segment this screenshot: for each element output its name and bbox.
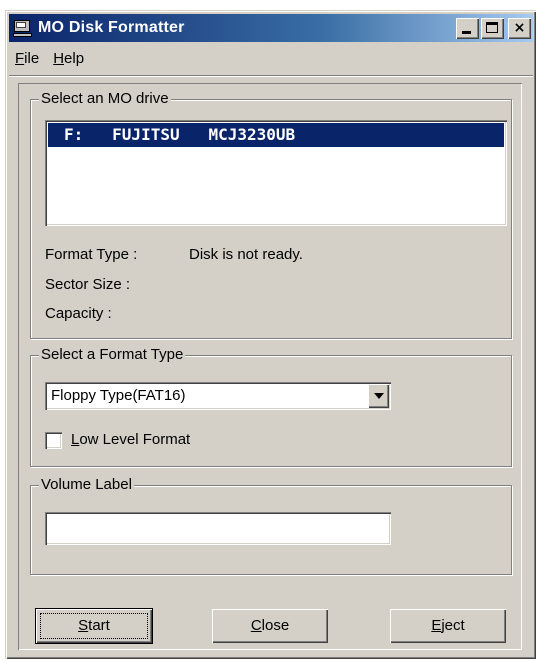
close-window-button[interactable]: × [508,17,531,39]
dropdown-button[interactable] [368,384,389,408]
format-type-label: Format Type : [45,246,138,263]
low-level-format-checkbox[interactable] [45,432,62,449]
drive-groupbox: Select an MO drive F: FUJITSU MCJ3230UB … [30,90,512,339]
chevron-down-icon [374,393,384,399]
volume-group-label: Volume Label [39,476,134,493]
format-type-select[interactable]: Floppy Type(FAT16) [45,382,391,410]
focus-rect [40,613,148,639]
minimize-icon [462,30,471,34]
low-level-format-label[interactable]: Low Level Format [71,431,190,448]
window-title: MO Disk Formatter [38,19,185,36]
computer-icon[interactable] [13,19,33,37]
capacity-label: Capacity : [45,305,112,322]
drive-list-item[interactable]: F: FUJITSU MCJ3230UB [48,123,504,147]
title-bar[interactable]: MO Disk Formatter × [9,14,533,42]
maximize-button[interactable] [481,17,504,39]
main-panel: Select an MO drive F: FUJITSU MCJ3230UB … [18,83,522,650]
sector-size-label: Sector Size : [45,276,131,293]
close-button[interactable]: Close [212,609,328,643]
format-type-selected: Floppy Type(FAT16) [51,387,186,404]
drive-group-label: Select an MO drive [39,90,171,107]
menu-bar: File Help [9,44,533,72]
volume-groupbox: Volume Label [30,476,512,575]
menu-separator [9,75,533,77]
minimize-button[interactable] [456,17,479,39]
volume-label-input[interactable] [45,512,391,545]
maximize-icon [486,21,498,33]
app-window: MO Disk Formatter × File Help Select an … [5,10,536,659]
format-groupbox: Select a Format Type Floppy Type(FAT16) … [30,346,512,467]
drive-listbox[interactable]: F: FUJITSU MCJ3230UB [45,120,507,226]
format-group-label: Select a Format Type [39,346,186,363]
menu-help[interactable]: Help [47,50,92,67]
eject-button[interactable]: Eject [390,609,506,643]
close-icon: × [513,19,526,36]
menu-file[interactable]: File [9,50,47,67]
start-button[interactable]: Start [36,609,152,643]
format-type-value: Disk is not ready. [189,246,303,263]
